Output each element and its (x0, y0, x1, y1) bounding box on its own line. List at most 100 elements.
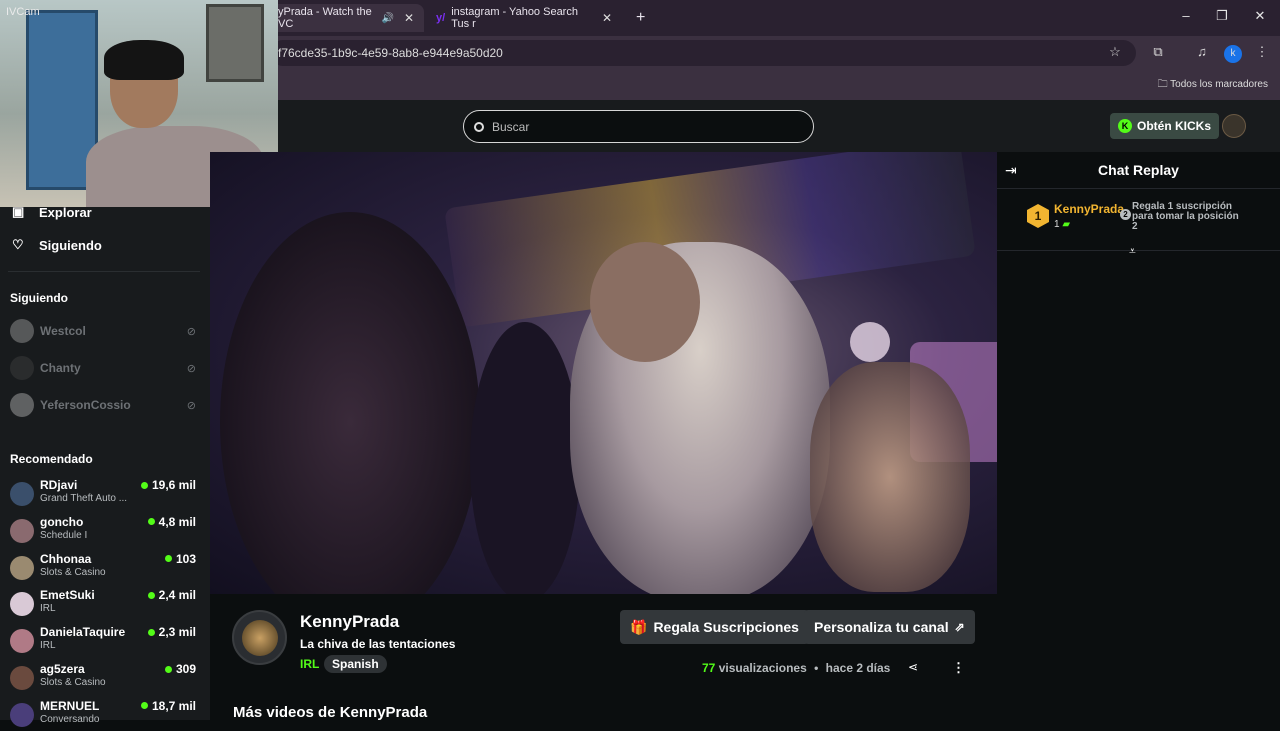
share-icon[interactable]: ⋖ (908, 660, 918, 674)
live-dot-icon (140, 481, 148, 489)
channel-category: Slots & Casino (40, 566, 106, 578)
viewer-count: 309 (164, 662, 196, 676)
video-title: La chiva de las tentaciones (300, 637, 456, 651)
sidebar: ▣ Explorar ♡ Siguiendo Siguiendo Westcol… (0, 152, 210, 727)
channel-avatar[interactable] (232, 610, 287, 665)
recommended-item[interactable]: RDjavi Grand Theft Auto ... 19,6 mil (10, 478, 196, 510)
close-tab-icon[interactable]: ✕ (404, 11, 414, 25)
viewer-count: 19,6 mil (140, 478, 196, 492)
gifter-name: KennyPrada (1054, 202, 1125, 216)
video-player[interactable] (210, 152, 997, 594)
light-fixture (850, 322, 890, 362)
avatar (10, 482, 34, 506)
channel-category: IRL (40, 603, 56, 615)
following-item[interactable]: YefersonCossio ⊘ (10, 392, 196, 418)
avatar (10, 629, 34, 654)
search-icon (474, 121, 484, 132)
language-tag[interactable]: Spanish (324, 655, 387, 673)
divider (8, 271, 200, 272)
gift-slot[interactable]: 2 Regala 1 suscripción para tomar la pos… (1120, 201, 1247, 232)
channel-name: ag5zera (40, 662, 85, 676)
kicks-label: Obtén KICKs (1137, 119, 1212, 133)
following-item[interactable]: Chanty ⊘ (10, 355, 196, 381)
live-dot-icon (147, 591, 155, 599)
following-item[interactable]: Westcol ⊘ (10, 318, 196, 344)
view-stats: 77 visualizaciones • hace 2 días (702, 661, 891, 675)
media-control-icon[interactable]: ♫ (1192, 44, 1212, 59)
recommended-section-title: Recomendado (10, 452, 93, 466)
minimize-icon[interactable]: – (1176, 8, 1196, 23)
kick-coin-icon: K (1118, 119, 1132, 133)
channel-name: Chhonaa (40, 551, 92, 566)
avatar (10, 666, 34, 690)
all-bookmarks[interactable]: 🗀 Todos los marcadores (1158, 77, 1268, 94)
audio-icon: 🔊 (381, 12, 394, 24)
live-dot-icon (164, 665, 172, 673)
person-center-face (590, 242, 700, 362)
close-window-icon[interactable]: ✕ (1250, 8, 1270, 24)
gift-icon: ▰ (1062, 219, 1071, 230)
channel-name: RDjavi (40, 478, 78, 492)
url-field[interactable]: f76cde35-1b9c-4e59-8ab8-e944e9a50d20 (270, 40, 1136, 66)
avatar (10, 555, 34, 580)
stream-info: KennyPrada La chiva de las tentaciones I… (210, 594, 997, 721)
search-placeholder: Buscar (492, 119, 530, 134)
more-options-icon[interactable]: ⋮ (952, 660, 965, 676)
channel-category: Slots & Casino (40, 677, 106, 688)
viewer-count: 2,4 mil (147, 588, 196, 602)
browser-menu-icon[interactable]: ⋮ (1252, 44, 1272, 60)
channel-name: goncho (40, 514, 84, 529)
chat-panel: ⇥ Chat Replay 1 KennyPrada 1 ▰ 2 Regala … (997, 152, 1280, 720)
recommended-item[interactable]: DanielaTaquire IRL 2,3 mil (10, 625, 196, 657)
more-videos-heading: Más videos de KennyPrada (233, 704, 428, 721)
offline-icon: ⊘ (186, 362, 196, 375)
avatar (10, 702, 34, 727)
category-link[interactable]: IRL (300, 657, 319, 671)
live-dot-icon (140, 702, 148, 710)
heart-icon: ♡ (12, 237, 24, 252)
avatar (10, 393, 34, 417)
live-dot-icon (147, 628, 155, 636)
tab-label: instagram - Yahoo Search Tus r (451, 6, 578, 30)
channel-name: EmetSuki (40, 588, 95, 603)
offline-icon: ⊘ (186, 325, 196, 338)
viewer-count: 103 (164, 552, 196, 566)
folder-icon: 🗀 (1157, 79, 1171, 90)
recommended-item[interactable]: ag5zera Slots & Casino 309 (10, 662, 196, 694)
recommended-item[interactable]: MERNUEL Conversando 18,7 mil (10, 699, 196, 731)
user-avatar[interactable] (1222, 114, 1246, 138)
tab-kick-video[interactable]: yPrada - Watch the VC 🔊 ✕ (268, 4, 424, 32)
avatar (10, 356, 34, 380)
gift-subs-button[interactable]: 🎁 Regala Suscripciones (620, 610, 809, 644)
channel-category: IRL (40, 640, 56, 652)
profile-avatar[interactable]: k (1224, 45, 1242, 63)
search-input[interactable]: Buscar (463, 110, 814, 143)
close-tab-icon[interactable]: ✕ (602, 11, 612, 25)
tab-yahoo-search[interactable]: y/ instagram - Yahoo Search Tus r ✕ (426, 4, 622, 32)
expand-leaderboard-icon[interactable]: ⩡ (1129, 244, 1136, 259)
channel-category: Schedule I (40, 529, 88, 541)
live-dot-icon (164, 555, 172, 563)
restore-icon[interactable]: ❐ (1212, 8, 1232, 24)
get-kicks-button[interactable]: K Obtén KICKs (1110, 113, 1220, 139)
extensions-icon[interactable]: ⧉ (1148, 44, 1168, 60)
slot-text: Regala 1 suscripción para tomar la posic… (1132, 201, 1239, 232)
webcam-person-hair (104, 40, 184, 80)
bookmark-star-icon[interactable]: ☆ (1105, 44, 1125, 60)
webcam-background-window (206, 4, 264, 82)
customize-channel-button[interactable]: Personaliza tu canal ⇗ (804, 610, 975, 644)
avatar (10, 592, 34, 617)
channel-category: Conversando (40, 713, 100, 725)
tab-label: yPrada - Watch the VC (278, 6, 372, 30)
webcam-label: IVCam (6, 6, 40, 18)
avatar (10, 319, 34, 343)
recommended-item[interactable]: goncho Schedule I 4,8 mil (10, 515, 196, 547)
recommended-item[interactable]: EmetSuki IRL 2,4 mil (10, 588, 196, 620)
nav-following[interactable]: ♡ Siguiendo (12, 237, 102, 253)
recommended-item[interactable]: Chhonaa Slots & Casino 103 (10, 552, 196, 584)
new-tab-button[interactable]: + (626, 4, 655, 32)
person-center-dark (470, 322, 580, 594)
gift-count: 1 ▰ (1054, 219, 1071, 230)
person-left (220, 212, 480, 594)
channel-name[interactable]: KennyPrada (300, 612, 399, 632)
